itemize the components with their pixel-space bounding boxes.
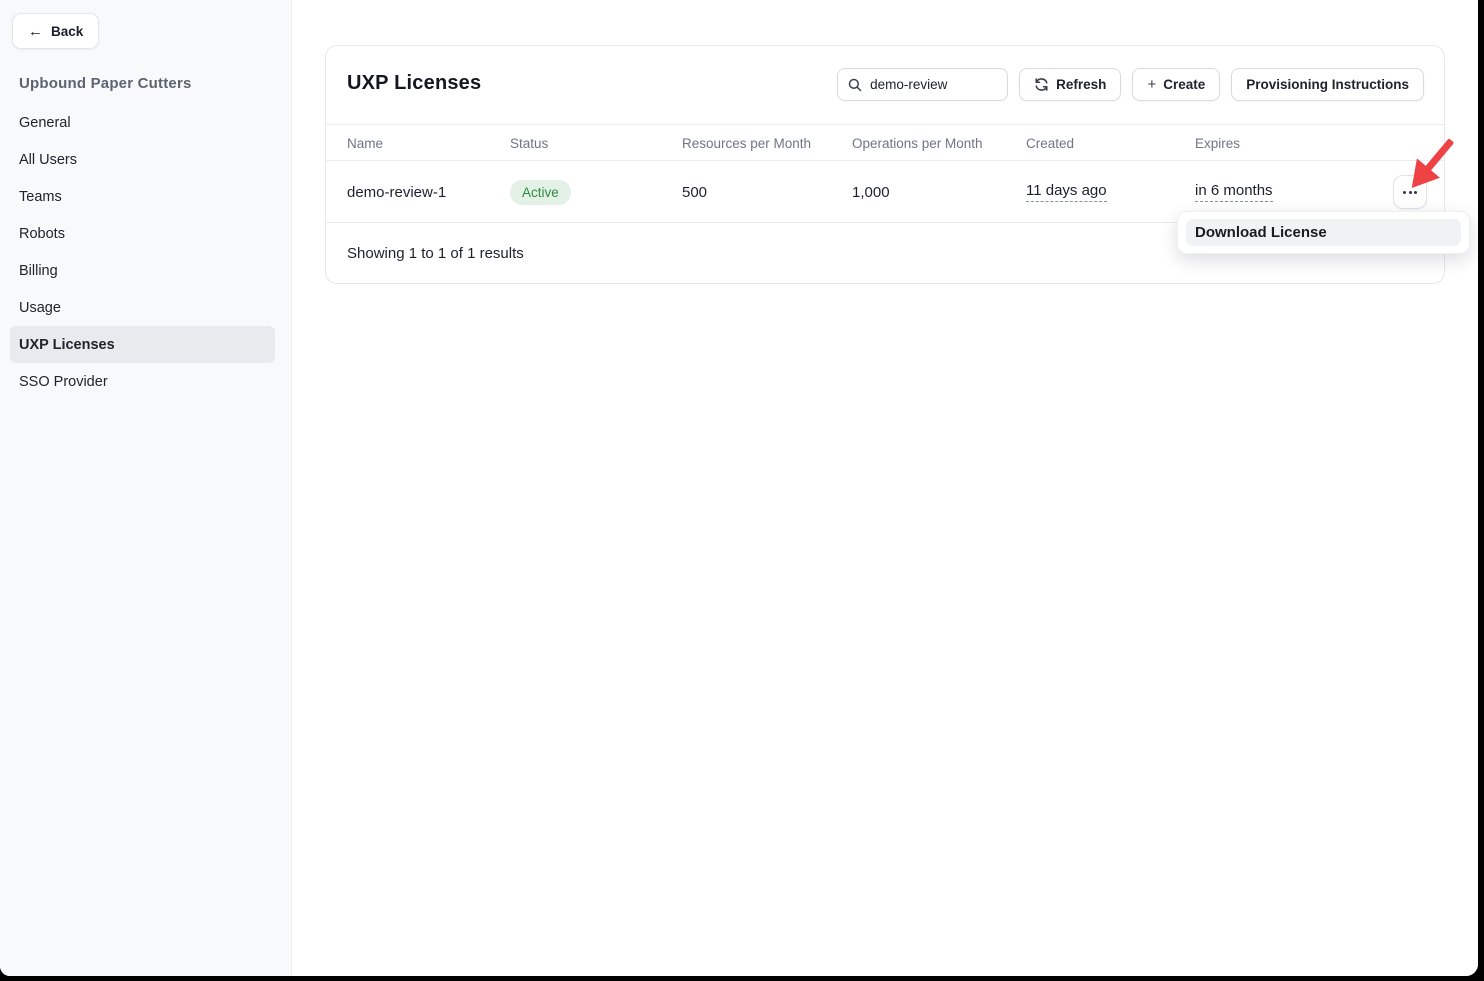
sidebar-item-teams[interactable]: Teams bbox=[10, 178, 275, 215]
sidebar-item-label: Usage bbox=[19, 300, 61, 316]
back-button-label: Back bbox=[51, 24, 83, 39]
provisioning-instructions-button[interactable]: Provisioning Instructions bbox=[1231, 68, 1424, 101]
results-summary: Showing 1 to 1 of 1 results bbox=[347, 245, 524, 262]
search-input[interactable] bbox=[870, 77, 997, 92]
sidebar-item-label: UXP Licenses bbox=[19, 337, 115, 353]
resources-cell: 500 bbox=[682, 161, 707, 223]
license-name-cell: demo-review-1 bbox=[347, 161, 446, 223]
sidebar-item-robots[interactable]: Robots bbox=[10, 215, 275, 252]
table-header: Name Status Resources per Month Operatio… bbox=[326, 124, 1444, 161]
column-header-resources: Resources per Month bbox=[682, 125, 811, 162]
sidebar: ← Back Upbound Paper Cutters General All… bbox=[0, 0, 292, 976]
expires-value[interactable]: in 6 months bbox=[1195, 182, 1273, 202]
refresh-button[interactable]: Refresh bbox=[1019, 68, 1121, 101]
org-title: Upbound Paper Cutters bbox=[19, 75, 192, 92]
refresh-button-label: Refresh bbox=[1056, 77, 1106, 92]
create-button-label: Create bbox=[1163, 77, 1205, 92]
sidebar-nav: General All Users Teams Robots Billing U… bbox=[10, 104, 275, 400]
operations-cell: 1,000 bbox=[852, 161, 890, 223]
sidebar-item-all-users[interactable]: All Users bbox=[10, 141, 275, 178]
created-value[interactable]: 11 days ago bbox=[1026, 182, 1107, 202]
created-cell: 11 days ago bbox=[1026, 161, 1107, 223]
create-button[interactable]: + Create bbox=[1132, 68, 1220, 101]
column-header-operations: Operations per Month bbox=[852, 125, 983, 162]
sidebar-item-usage[interactable]: Usage bbox=[10, 289, 275, 326]
sidebar-item-billing[interactable]: Billing bbox=[10, 252, 275, 289]
search-box[interactable] bbox=[837, 68, 1008, 101]
column-header-expires: Expires bbox=[1195, 125, 1240, 162]
sidebar-item-label: SSO Provider bbox=[19, 374, 108, 390]
main-content: UXP Licenses bbox=[292, 0, 1478, 976]
column-header-status: Status bbox=[510, 125, 548, 162]
column-header-created: Created bbox=[1026, 125, 1074, 162]
plus-icon: + bbox=[1147, 77, 1156, 92]
sidebar-item-general[interactable]: General bbox=[10, 104, 275, 141]
refresh-icon bbox=[1034, 77, 1049, 92]
menu-item-download-license[interactable]: Download License bbox=[1186, 219, 1461, 246]
sidebar-item-sso-provider[interactable]: SSO Provider bbox=[10, 363, 275, 400]
column-header-name: Name bbox=[347, 125, 383, 162]
row-actions-menu: Download License bbox=[1177, 211, 1470, 254]
sidebar-item-label: Teams bbox=[19, 189, 62, 205]
ellipsis-icon bbox=[1403, 191, 1406, 194]
page-title: UXP Licenses bbox=[347, 72, 481, 95]
sidebar-item-label: Robots bbox=[19, 226, 65, 242]
sidebar-item-label: Billing bbox=[19, 263, 58, 279]
menu-item-label: Download License bbox=[1195, 224, 1327, 241]
toolbar: Refresh + Create Provisioning Instructio… bbox=[837, 68, 1424, 101]
status-cell: Active bbox=[510, 161, 571, 223]
app-window: ← Back Upbound Paper Cutters General All… bbox=[0, 0, 1478, 976]
arrow-left-icon: ← bbox=[28, 24, 43, 39]
sidebar-item-uxp-licenses[interactable]: UXP Licenses bbox=[10, 326, 275, 363]
row-actions-button[interactable] bbox=[1393, 175, 1427, 209]
status-badge: Active bbox=[510, 180, 571, 205]
provisioning-instructions-label: Provisioning Instructions bbox=[1246, 77, 1409, 92]
sidebar-item-label: General bbox=[19, 115, 71, 131]
sidebar-item-label: All Users bbox=[19, 152, 77, 168]
back-button[interactable]: ← Back bbox=[12, 13, 99, 49]
search-icon bbox=[848, 78, 862, 92]
